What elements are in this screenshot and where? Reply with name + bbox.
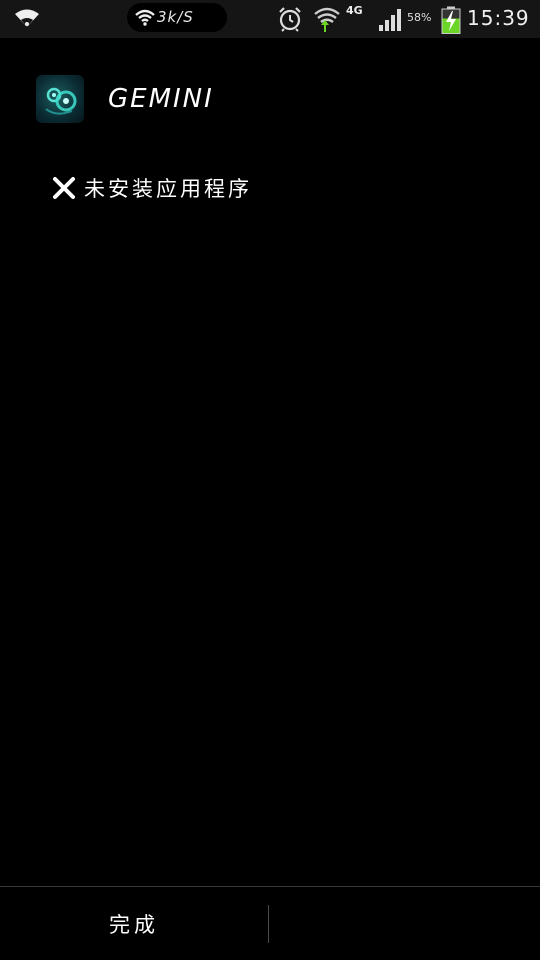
network-type-label: 4G (346, 4, 363, 17)
signal-icon (379, 9, 401, 31)
net-speed-indicator: 3k/S (127, 3, 227, 32)
status-bar: 3k/S 4G 58% 15:39 (0, 0, 540, 38)
alarm-clock-icon (279, 7, 301, 32)
install-status: 未安装应用程序 (52, 173, 252, 203)
wifi-icon (135, 9, 155, 26)
wifi-data-icon (314, 7, 340, 32)
gemini-app-icon (36, 75, 84, 123)
done-button[interactable]: 完成 (0, 887, 268, 960)
empty-button-slot (269, 887, 540, 960)
install-result-screen: 3k/S 4G 58% 15:39 GEMINI 未安装应用程序 完成 (0, 0, 540, 960)
wifi-icon (15, 9, 39, 27)
battery-charging-icon (441, 6, 461, 34)
battery-percent: 58% (407, 11, 432, 24)
gemini-logo-icon (45, 87, 77, 115)
status-message: 未安装应用程序 (84, 177, 252, 201)
app-title: GEMINI (108, 84, 214, 114)
net-speed-text: 3k/S (157, 8, 194, 26)
close-x-icon (53, 177, 75, 199)
clock-time: 15:39 (467, 6, 530, 30)
